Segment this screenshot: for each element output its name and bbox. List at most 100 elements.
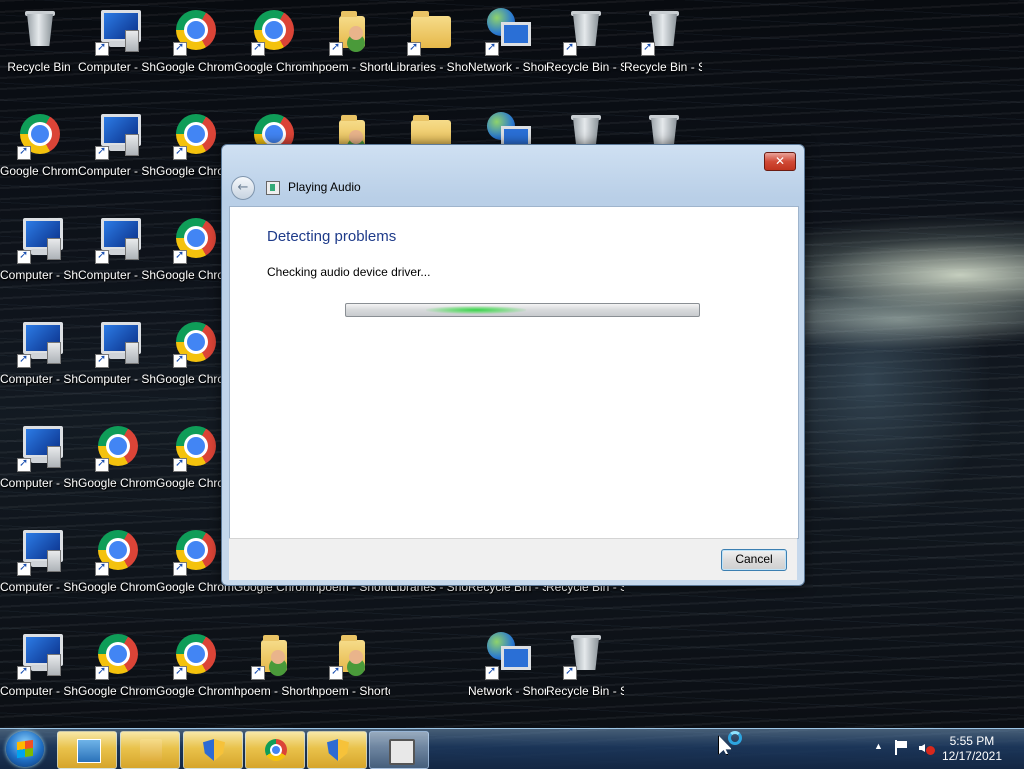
dialog-title: Playing Audio xyxy=(288,180,361,194)
desktop-icon[interactable]: Computer - Shortcut (8) xyxy=(78,106,156,202)
shortcut-arrow-icon xyxy=(95,40,109,56)
taskbar-button-device[interactable] xyxy=(369,731,429,769)
chrome-icon xyxy=(173,320,219,368)
shortcut-arrow-icon xyxy=(251,40,265,56)
shortcut-arrow-icon xyxy=(95,144,109,160)
desktop-icon[interactable]: Computer - Shortcut (9) xyxy=(78,210,156,306)
desktop-icon-label: Recycle Bin - Shortcut (12) xyxy=(546,684,624,698)
desktop-icon[interactable]: hpoem - Shortcut (2) xyxy=(234,626,312,722)
desktop-icon[interactable]: Computer - Shortcut (4) xyxy=(0,418,78,514)
shortcut-arrow-icon xyxy=(17,248,31,264)
desktop-icon-label: Google Chrome (2) xyxy=(78,476,156,490)
desktop-icon[interactable]: Network - Shortcut (2) xyxy=(468,626,546,722)
desktop-icon-label: Google Chrome (5) xyxy=(156,60,234,74)
back-button[interactable]: ← xyxy=(231,176,255,200)
desktop-icon[interactable]: Computer - Shortcut (5) xyxy=(0,522,78,618)
action-center-flag-icon[interactable] xyxy=(894,740,908,755)
shortcut-arrow-icon xyxy=(95,560,109,576)
shortcut-arrow-icon xyxy=(173,248,187,264)
user-folder-icon xyxy=(329,632,375,680)
desktop-icon[interactable]: hpoem - Shortcut xyxy=(312,626,390,722)
computer-icon xyxy=(95,112,141,160)
clock-date: 12/17/2021 xyxy=(941,749,1002,763)
control-panel-icon xyxy=(77,739,101,763)
user-folder-icon xyxy=(251,632,297,680)
network-icon xyxy=(485,632,531,680)
desktop-icon[interactable]: Google Chrome (2) xyxy=(78,418,156,514)
recycle-bin-icon xyxy=(563,632,609,680)
desktop-icon[interactable]: Recycle Bin - Shortcut (13) xyxy=(624,2,702,98)
shortcut-arrow-icon xyxy=(17,560,31,576)
desktop-icon-label: Computer - Shortcut (2) xyxy=(0,268,78,282)
chrome-icon xyxy=(95,424,141,472)
shortcut-arrow-icon xyxy=(329,664,343,680)
desktop-icon-label: Computer - Shortcut (8) xyxy=(78,164,156,178)
start-button[interactable] xyxy=(6,731,44,767)
shortcut-arrow-icon xyxy=(95,352,109,368)
device-icon xyxy=(389,739,415,765)
chrome-icon xyxy=(17,112,63,160)
chrome-icon xyxy=(173,632,219,680)
shortcut-arrow-icon xyxy=(17,352,31,368)
taskbar-button-control-panel[interactable] xyxy=(57,731,117,769)
desktop-icon-label: Computer - Shortcut (4) xyxy=(0,476,78,490)
cancel-button[interactable]: Cancel xyxy=(721,549,787,571)
desktop-icon-label: hpoem - Shortcut xyxy=(312,684,390,698)
chrome-icon xyxy=(173,528,219,576)
desktop-icon[interactable]: Recycle Bin - Shortcut (12) xyxy=(546,626,624,722)
page-heading: Detecting problems xyxy=(267,228,397,245)
desktop-icon[interactable]: Recycle Bin - Shortcut (6) xyxy=(546,2,624,98)
shortcut-arrow-icon xyxy=(407,40,421,56)
taskbar-button-chrome[interactable] xyxy=(245,731,305,769)
desktop-icon[interactable]: Google Chrome (12) xyxy=(234,2,312,98)
shortcut-arrow-icon xyxy=(563,664,577,680)
volume-muted-icon[interactable] xyxy=(918,740,935,756)
desktop-icon[interactable]: Computer - Shortcut (2) xyxy=(0,210,78,306)
desktop-icon-label: Google Chrome (3) xyxy=(78,580,156,594)
desktop-icon[interactable]: Libraries - Shortcut (2) xyxy=(390,2,468,98)
computer-icon xyxy=(17,216,63,264)
computer-icon xyxy=(95,8,141,56)
chrome-icon xyxy=(173,216,219,264)
desktop-icon[interactable]: Google Chrome (5) xyxy=(156,2,234,98)
desktop-icon[interactable]: Google Chrome (11) xyxy=(156,626,234,722)
taskbar-button-folder[interactable] xyxy=(120,731,180,769)
shortcut-arrow-icon xyxy=(173,40,187,56)
desktop-icon[interactable]: hpoem - Shortcut (3) xyxy=(312,2,390,98)
taskbar-button-shield[interactable] xyxy=(183,731,243,769)
status-text: Checking audio device driver... xyxy=(267,265,431,279)
clock[interactable]: 5:55 PM 12/17/2021 xyxy=(942,734,1002,764)
close-button[interactable]: ✕ xyxy=(764,152,796,171)
desktop-icon[interactable]: Recycle Bin xyxy=(0,2,78,98)
shortcut-arrow-icon xyxy=(17,144,31,160)
desktop-icon-label: Google Chrome (4) xyxy=(78,684,156,698)
computer-icon xyxy=(17,528,63,576)
desktop-icon[interactable]: Computer - Shortcut (3) xyxy=(0,314,78,410)
desktop-icon[interactable]: Google Chrome (3) xyxy=(78,522,156,618)
shortcut-arrow-icon xyxy=(329,40,343,56)
desktop-icon[interactable]: Computer - Shortcut (6) xyxy=(0,626,78,722)
computer-icon xyxy=(95,216,141,264)
taskbar-button-shield[interactable] xyxy=(307,731,367,769)
desktop-icon-label: Computer - Shortcut (3) xyxy=(0,372,78,386)
chrome-icon xyxy=(95,632,141,680)
desktop-icon-label: Google Chrome xyxy=(0,164,78,178)
desktop-icon-label: Recycle Bin - Shortcut (13) xyxy=(624,60,702,74)
chrome-icon xyxy=(265,739,287,761)
desktop-icon[interactable]: Google Chrome (4) xyxy=(78,626,156,722)
shield-icon xyxy=(203,739,225,761)
folder-icon xyxy=(140,739,162,761)
recycle-bin-icon xyxy=(563,8,609,56)
shortcut-arrow-icon xyxy=(173,144,187,160)
computer-icon xyxy=(17,320,63,368)
shortcut-arrow-icon xyxy=(173,560,187,576)
desktop-icon-label: Recycle Bin xyxy=(7,60,71,74)
desktop-icon[interactable]: Google Chrome xyxy=(0,106,78,202)
desktop-icon[interactable]: Computer - Shortcut xyxy=(78,314,156,410)
desktop-icon[interactable]: Computer - Shortcut (7) xyxy=(78,2,156,98)
desktop-icon-label: Computer - Shortcut (7) xyxy=(78,60,156,74)
shortcut-arrow-icon xyxy=(17,664,31,680)
desktop-icon[interactable]: Network - Shortcut (3) xyxy=(468,2,546,98)
shortcut-arrow-icon xyxy=(95,248,109,264)
show-hidden-icons-button[interactable]: ▲ xyxy=(874,741,883,751)
